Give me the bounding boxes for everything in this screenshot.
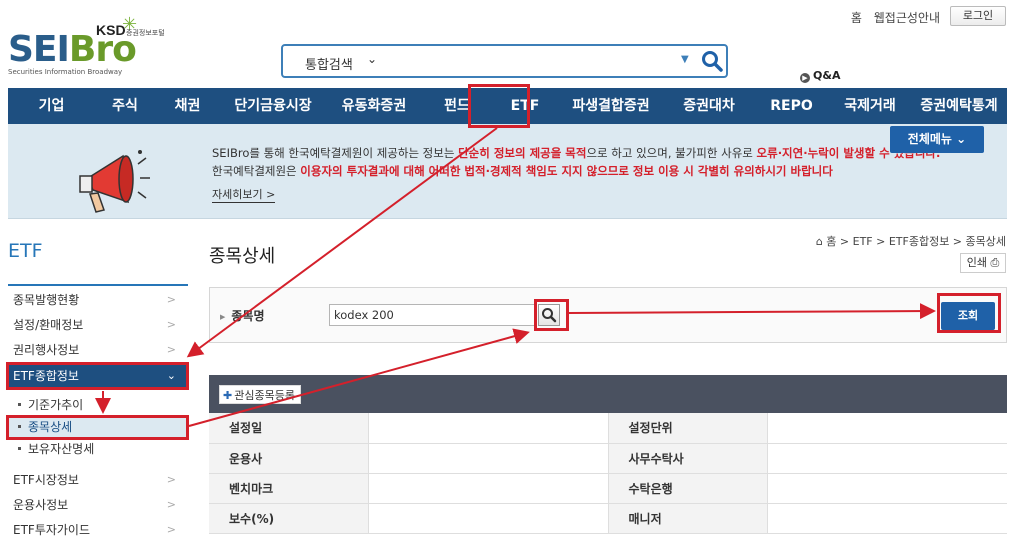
sidebar-title: ETF: [8, 240, 43, 262]
breadcrumb: ⌂ 홈 > ETF > ETF종합정보 > 종목상세: [815, 235, 1006, 248]
sidebar-item-market[interactable]: ETF시장정보 >: [8, 468, 188, 492]
nav-item-etf[interactable]: ETF: [492, 88, 558, 124]
accessibility-link[interactable]: 웹접근성안내: [874, 11, 940, 25]
sidebar-item-issuance[interactable]: 종목발행현황 >: [8, 288, 188, 312]
nav-item-statistics[interactable]: 증권예탁통계: [911, 88, 1007, 124]
triangle-right-icon: ▶: [220, 313, 226, 321]
nav-item-derivatives[interactable]: 파생결합증권: [558, 88, 664, 124]
nav-item-company[interactable]: 기업: [8, 88, 95, 124]
item-search-button[interactable]: [538, 304, 560, 326]
chevron-right-icon: >: [166, 318, 176, 331]
table-value-cell: [368, 443, 609, 474]
nav-item-international[interactable]: 국제거래: [829, 88, 911, 124]
nav-item-stock[interactable]: 주식: [95, 88, 155, 124]
sidebar-item-rights[interactable]: 권리행사정보 >: [8, 338, 188, 362]
item-name-input[interactable]: [329, 304, 535, 326]
table-header-cell: 수탁은행: [608, 473, 768, 504]
sidebar-divider: [8, 284, 188, 286]
all-menu-button[interactable]: 전체메뉴 ⌄: [890, 126, 984, 153]
sidebar-item-guide[interactable]: ETF투자가이드 >: [8, 518, 188, 538]
table-value-cell: [368, 473, 609, 504]
megaphone-icon: [79, 150, 150, 213]
table-value-cell: [767, 503, 1007, 534]
login-button[interactable]: 로그인: [950, 6, 1006, 26]
notice-banner: SEIBro를 통해 한국예탁결제원이 제공하는 정보는 단순히 정보의 제공을…: [8, 124, 1007, 219]
print-button[interactable]: 인쇄 ⎙: [960, 253, 1006, 273]
main-nav: 기업 주식 채권 단기금융시장 유동화증권 펀드 ETF 파생결합증권 증권대차…: [8, 88, 1007, 124]
table-header-cell: 운용사: [209, 443, 369, 474]
seibro-logo[interactable]: ✳ KSD 증권정보포털 SEIBro Securities Informati…: [8, 14, 198, 82]
item-name-label: ▶ 종목명: [220, 309, 265, 323]
qa-link[interactable]: ▶ Q&A: [800, 69, 840, 83]
sidebar-subitem-detail[interactable]: 종목상세: [8, 416, 188, 438]
logo-tagline: Securities Information Broadway: [8, 68, 123, 76]
logo-wordmark: SEIBro: [8, 29, 137, 70]
table-row: 설정일 설정단위: [209, 413, 1007, 444]
nav-item-money-market[interactable]: 단기금융시장: [220, 88, 326, 124]
chevron-down-icon[interactable]: ⌄: [367, 52, 377, 66]
banner-notice-line2: 한국예탁결제원은 이용자의 투자결과에 대해 어떠한 법적·경제적 책임도 지지…: [212, 164, 833, 178]
add-favorite-button[interactable]: ✚ 관심종목등록: [219, 385, 301, 404]
table-header-cell: 사무수탁사: [608, 443, 768, 474]
table-row: 보수(%) 매니저: [209, 503, 1007, 534]
global-search-box[interactable]: 통합검색 ⌄ ▼: [281, 44, 728, 78]
chevron-right-icon: >: [166, 293, 176, 306]
page-title: 종목상세: [209, 246, 276, 267]
table-row: 운용사 사무수탁사: [209, 443, 1007, 474]
etf-detail-table: 설정일 설정단위 운용사 사무수탁사 벤치마크 수탁은행 보수(%) 매니저: [209, 413, 1007, 534]
nav-item-abs[interactable]: 유동화증권: [326, 88, 422, 124]
table-value-cell: [767, 443, 1007, 474]
search-icon[interactable]: [701, 50, 723, 72]
chevron-right-icon: >: [166, 523, 176, 536]
chevron-right-icon: >: [166, 498, 176, 511]
plus-icon: ✚: [223, 389, 233, 402]
printer-icon: ⎙: [990, 256, 1000, 269]
chevron-right-icon: >: [166, 343, 176, 356]
bullet-icon: [18, 403, 21, 406]
nav-item-securities-lending[interactable]: 증권대차: [664, 88, 754, 124]
qa-icon: ▶: [800, 73, 810, 83]
query-button[interactable]: 조회: [941, 302, 995, 330]
chevron-down-icon: ⌄: [956, 132, 967, 146]
magnifier-icon: [542, 308, 557, 323]
sidebar-item-creation-redemption[interactable]: 설정/환매정보 >: [8, 313, 188, 337]
home-link[interactable]: 홈: [851, 11, 862, 25]
detail-toolbar: ✚ 관심종목등록: [209, 375, 1007, 413]
table-header-cell: 보수(%): [209, 503, 369, 534]
nav-item-bond[interactable]: 채권: [155, 88, 220, 124]
table-value-cell: [767, 473, 1007, 504]
sidebar-item-etf-info[interactable]: ETF종합정보 ⌄: [8, 364, 188, 388]
top-links: 홈 웹접근성안내: [843, 9, 940, 26]
table-row: 벤치마크 수탁은행: [209, 473, 1007, 504]
table-header-cell: 설정일: [209, 413, 369, 444]
table-value-cell: [767, 413, 1007, 444]
nav-item-repo[interactable]: REPO: [754, 88, 829, 124]
sidebar-item-managers[interactable]: 운용사정보 >: [8, 493, 188, 517]
banner-more-link[interactable]: 자세히보기 >: [212, 186, 276, 203]
sidebar-subitem-holdings[interactable]: 보유자산명세: [8, 438, 188, 460]
chevron-down-icon: ⌄: [166, 369, 176, 382]
table-header-cell: 벤치마크: [209, 473, 369, 504]
bullet-icon: [18, 425, 21, 428]
table-value-cell: [368, 413, 609, 444]
search-scope-label[interactable]: 통합검색: [305, 54, 353, 73]
nav-item-fund[interactable]: 펀드: [422, 88, 492, 124]
home-icon: ⌂: [815, 235, 823, 248]
bullet-icon: [18, 447, 21, 450]
chevron-right-icon: >: [166, 473, 176, 486]
item-search-panel: ▶종목명 조회: [209, 287, 1007, 343]
table-header-cell: 설정단위: [608, 413, 768, 444]
sidebar-subitem-nav-trend[interactable]: 기준가추이: [8, 394, 188, 416]
dropdown-caret-icon[interactable]: ▼: [681, 54, 689, 65]
banner-notice-line1: SEIBro를 통해 한국예탁결제원이 제공하는 정보는 단순히 정보의 제공을…: [212, 146, 941, 160]
table-value-cell: [368, 503, 609, 534]
table-header-cell: 매니저: [608, 503, 768, 534]
